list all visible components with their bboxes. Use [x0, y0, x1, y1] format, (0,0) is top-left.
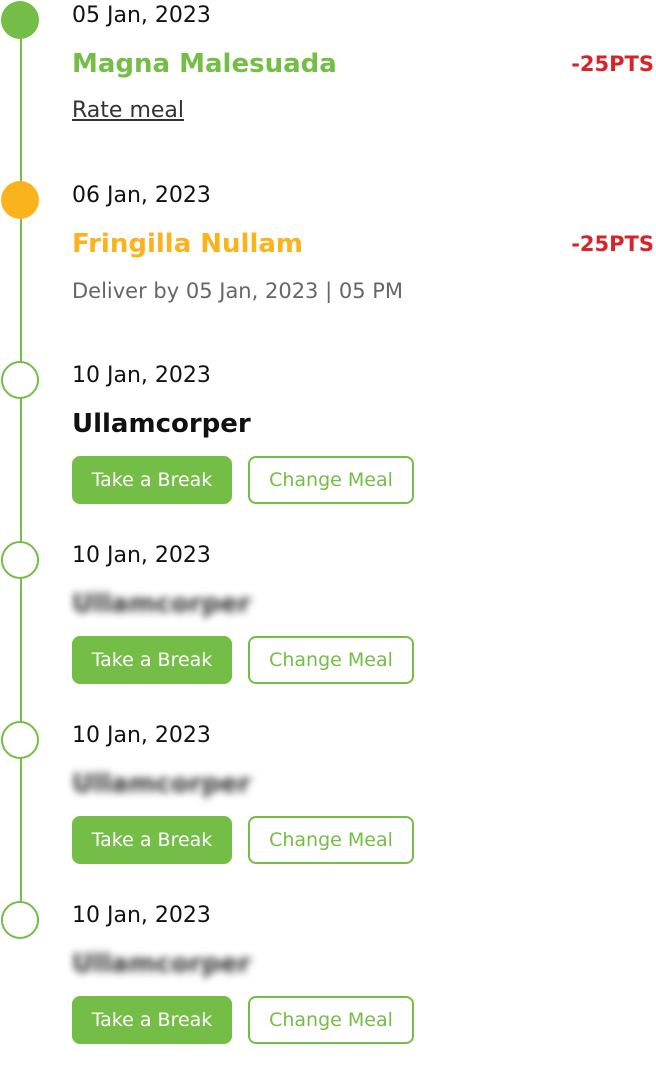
rate-meal-link[interactable]: Rate meal	[72, 96, 184, 126]
status-dot-upcoming	[1, 181, 39, 219]
meal-name: Ullamcorper	[72, 409, 251, 439]
meal-name-blurred: Ullamcorper	[72, 949, 251, 979]
meal-name-blurred: Ullamcorper	[72, 589, 251, 619]
status-dot-scheduled	[1, 901, 39, 939]
meal-name-blurred: Ullamcorper	[72, 769, 251, 799]
entry-date: 05 Jan, 2023	[72, 3, 211, 28]
entry-date: 10 Jan, 2023	[72, 543, 211, 568]
timeline-entry-delivered: 05 Jan, 2023 Magna Malesuada -25PTS Rate…	[0, 0, 656, 180]
meal-name: Fringilla Nullam	[72, 229, 304, 259]
timeline-entry-scheduled: 10 Jan, 2023 Ullamcorper Take a Break Ch…	[0, 540, 656, 720]
entry-date: 10 Jan, 2023	[72, 363, 211, 388]
take-a-break-button[interactable]: Take a Break	[72, 456, 232, 504]
status-dot-scheduled	[1, 541, 39, 579]
timeline-entry-scheduled: 10 Jan, 2023 Ullamcorper Take a Break Ch…	[0, 720, 656, 900]
points-badge: -25PTS	[571, 232, 654, 256]
points-badge: -25PTS	[571, 52, 654, 76]
timeline-entry-scheduled: 10 Jan, 2023 Ullamcorper Take a Break Ch…	[0, 360, 656, 540]
change-meal-button[interactable]: Change Meal	[248, 816, 414, 864]
take-a-break-button[interactable]: Take a Break	[72, 816, 232, 864]
status-dot-scheduled	[1, 361, 39, 399]
status-dot-delivered	[1, 1, 39, 39]
change-meal-button[interactable]: Change Meal	[248, 996, 414, 1044]
entry-date: 10 Jan, 2023	[72, 903, 211, 928]
change-meal-button[interactable]: Change Meal	[248, 636, 414, 684]
entry-date: 06 Jan, 2023	[72, 183, 211, 208]
timeline-entry-scheduled: 10 Jan, 2023 Ullamcorper Take a Break Ch…	[0, 900, 656, 1080]
status-dot-scheduled	[1, 721, 39, 759]
delivery-note: Deliver by 05 Jan, 2023 | 05 PM	[72, 279, 404, 303]
entry-date: 10 Jan, 2023	[72, 723, 211, 748]
change-meal-button[interactable]: Change Meal	[248, 456, 414, 504]
timeline-entry-upcoming: 06 Jan, 2023 Fringilla Nullam -25PTS Del…	[0, 180, 656, 360]
take-a-break-button[interactable]: Take a Break	[72, 636, 232, 684]
take-a-break-button[interactable]: Take a Break	[72, 996, 232, 1044]
meal-name: Magna Malesuada	[72, 49, 337, 79]
